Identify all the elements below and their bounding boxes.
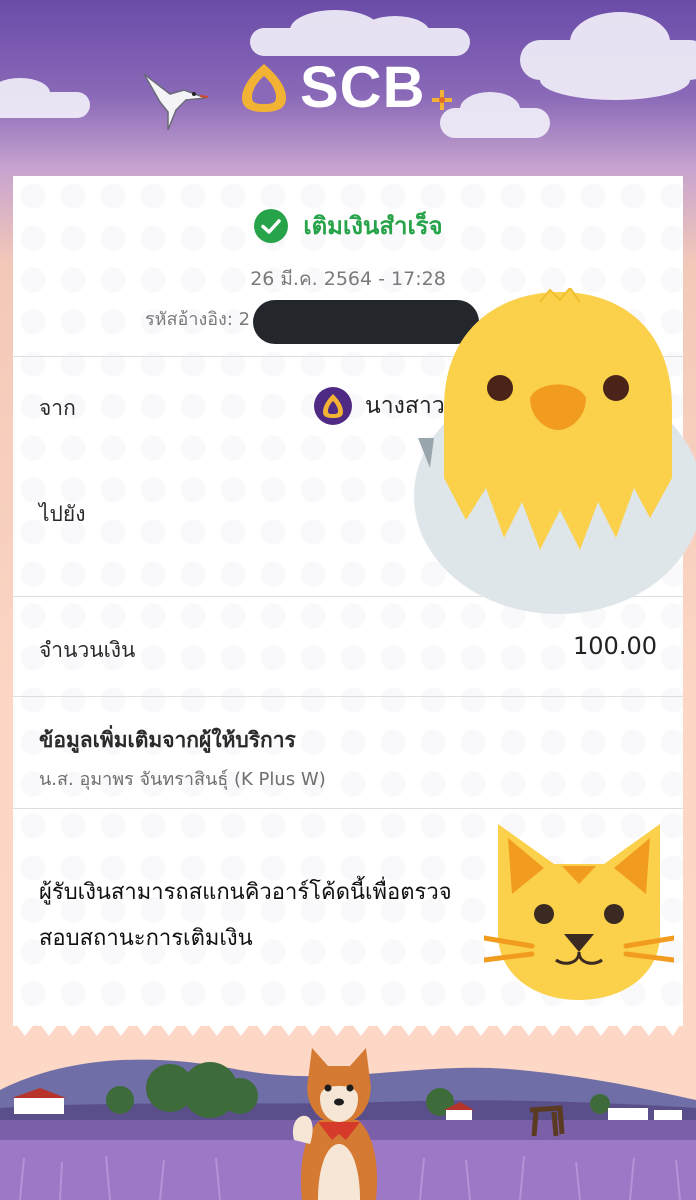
cat-face-icon [484, 824, 674, 1000]
cloud-decoration [0, 78, 90, 118]
from-label: จาก [39, 396, 76, 420]
check-circle-icon [254, 208, 289, 243]
provider-name: น.ส. อุมาพร จันทราสินธุ์ (K Plus W) [39, 769, 326, 790]
reference-label: รหัสอ้างอิง: 2 [145, 309, 251, 330]
qr-instruction-text: ผู้รับเงินสามารถสแกนคิวอาร์โค้ดนี้เพื่อต… [39, 880, 452, 951]
app-header: SCB [0, 0, 696, 176]
status-row: เติมเงินสำเร็จ [13, 206, 683, 245]
divider [13, 696, 683, 697]
to-label: ไปยัง [39, 502, 86, 526]
divider [13, 808, 683, 809]
scb-logo-mark-icon [242, 64, 286, 112]
status-title: เติมเงินสำเร็จ [303, 212, 443, 240]
cloud-decoration [250, 10, 470, 56]
sparkle-plus-icon [432, 90, 452, 110]
brand-name: SCB [300, 55, 426, 120]
hatching-chick-icon [414, 288, 696, 614]
scb-bank-icon [314, 387, 352, 425]
shiba-dog-icon [292, 1048, 378, 1200]
bird-icon [143, 73, 209, 130]
provider-info-label: ข้อมูลเพิ่มเติมจากผู้ให้บริการ [39, 728, 296, 752]
cloud-decoration [520, 12, 696, 100]
amount-label: จำนวนเงิน [39, 638, 136, 662]
amount-value: 100.00 [573, 632, 657, 660]
